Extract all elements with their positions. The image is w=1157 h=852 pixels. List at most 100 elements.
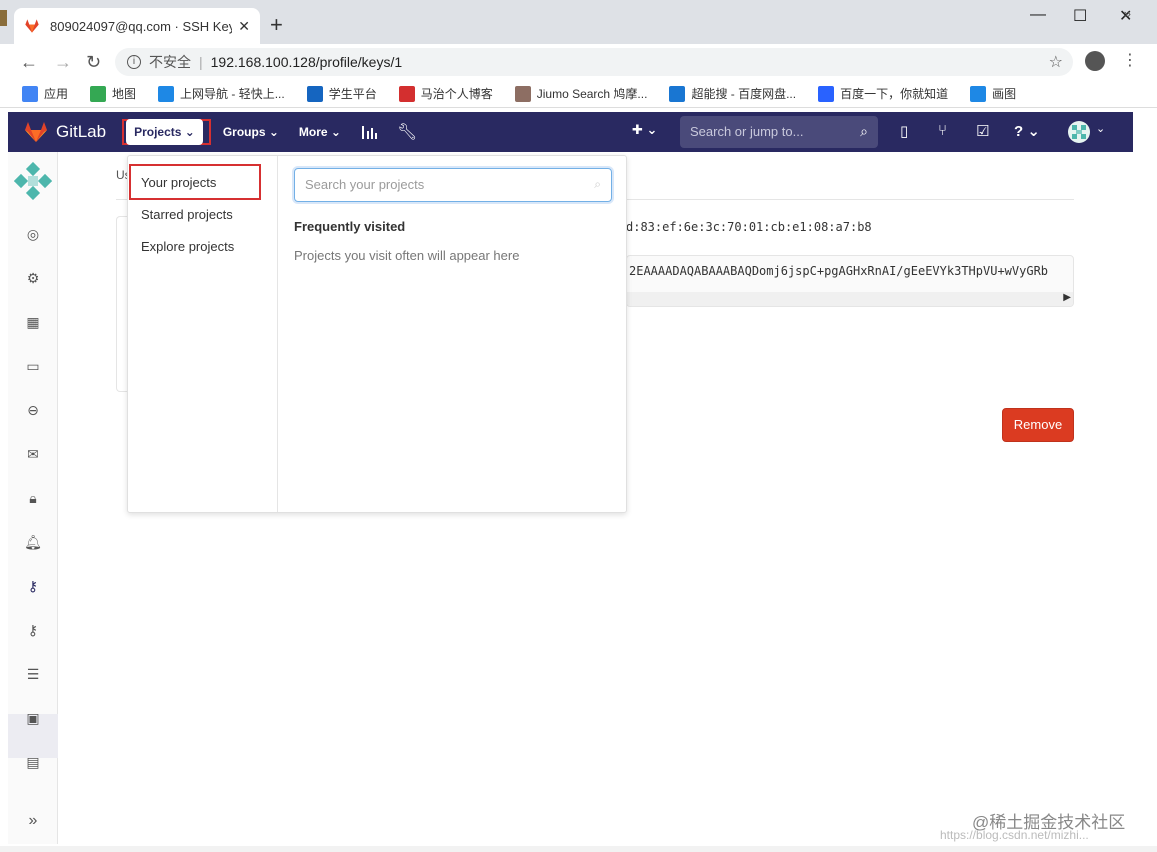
on-draw-icon — [970, 85, 987, 102]
minimize-icon[interactable]: — — [1030, 6, 1046, 24]
back-icon[interactable]: ← — [20, 52, 38, 73]
browser-tab[interactable]: 809024097@qq.com · SSH Key ✕ — [14, 8, 260, 44]
user-identicon-icon[interactable] — [14, 162, 52, 200]
bookmark-label: 上网导航 - 轻快上... — [180, 87, 285, 101]
global-search-input[interactable]: Search or jump to... ⌕ — [680, 116, 878, 148]
active-sessions-icon[interactable]: ▣ — [8, 710, 58, 727]
groups-nav-button[interactable]: Groups ⌄ — [215, 119, 287, 145]
bookmark-item[interactable]: 百度一下，你就知道 — [818, 85, 948, 102]
profile-icon[interactable]: ◎ — [8, 226, 58, 243]
nav-icon — [158, 85, 175, 102]
bookmark-label: 应用 — [44, 87, 69, 101]
maps-icon — [90, 85, 107, 102]
bookmark-item[interactable]: 上网导航 - 轻快上... — [158, 85, 285, 102]
bookmarks-more-icon[interactable]: » — [1124, 6, 1131, 21]
global-search-placeholder: Search or jump to... — [690, 124, 804, 139]
projects-highlight: Projects ⌄ — [122, 119, 211, 145]
your-projects-link[interactable]: Your projects — [141, 175, 216, 190]
frequently-visited-empty: Projects you visit often will appear her… — [294, 248, 520, 263]
left-window-edge — [0, 10, 7, 26]
gpg-keys-icon[interactable]: ⚷ — [8, 622, 58, 639]
public-key-box: 2EAAAADAQABAAABAQDomj6jspC+pgAGHxRnAI/gE… — [626, 255, 1074, 307]
search-q-icon — [669, 85, 686, 102]
browser-tabstrip: 809024097@qq.com · SSH Key ✕ + — ☐ ✕ — [0, 0, 1157, 44]
activity-chart-icon[interactable] — [361, 124, 379, 140]
forward-icon[interactable]: → — [54, 52, 72, 73]
issues-icon[interactable]: ▯ — [900, 122, 908, 140]
close-tab-icon[interactable]: ✕ — [238, 18, 250, 35]
projects-dropdown: Your projects Starred projects Explore p… — [127, 155, 627, 513]
apps-grid-icon — [22, 85, 38, 102]
address-bar[interactable]: i 不安全 | 192.168.100.128/profile/keys/1 ☆ — [115, 48, 1073, 76]
merge-requests-icon[interactable]: ⑂ — [938, 122, 947, 139]
tab-title: 809024097@qq.com · SSH Key — [50, 18, 233, 34]
insecure-label: 不安全 — [149, 54, 191, 70]
maximize-icon[interactable]: ☐ — [1073, 6, 1087, 26]
chat-icon[interactable]: ▭ — [8, 358, 58, 375]
project-search-input[interactable]: Search your projects ⌕ — [294, 168, 612, 202]
search-icon: ⌕ — [860, 123, 868, 139]
account-settings-icon[interactable]: ⚙ — [8, 270, 58, 287]
blog-c-icon — [398, 85, 415, 102]
gitlab-favicon-icon — [25, 19, 39, 33]
bookmark-label: 超能搜 - 百度网盘... — [691, 87, 797, 101]
todos-icon[interactable]: ☑ — [976, 122, 989, 140]
address-separator: | — [199, 54, 203, 70]
baidu-paw-icon — [818, 85, 835, 102]
bookmark-item[interactable]: 画图 — [970, 85, 1016, 102]
new-item-dropdown[interactable]: ✚ ⌄ — [632, 122, 657, 138]
preferences-sliders-icon[interactable]: ☰ — [8, 666, 58, 683]
applications-icon[interactable]: ▦ — [8, 314, 58, 331]
frequently-visited-heading: Frequently visited — [294, 219, 406, 234]
user-chevron-icon[interactable]: ⌄ — [1096, 122, 1105, 135]
admin-wrench-icon[interactable]: 🔧︎ — [397, 122, 417, 142]
access-tokens-icon[interactable]: ⊖ — [8, 402, 58, 419]
bookmark-item[interactable]: 地图 — [90, 85, 136, 102]
bookmark-item[interactable]: 超能搜 - 百度网盘... — [669, 85, 796, 102]
account-icon[interactable] — [1085, 51, 1105, 71]
help-dropdown[interactable]: ? ⌄ — [1014, 122, 1040, 140]
new-tab-button[interactable]: + — [270, 12, 283, 38]
info-icon[interactable]: i — [127, 55, 141, 69]
key-fingerprint: d:83:ef:6e:3c:70:01:cb:e1:08:a7:b8 — [626, 220, 872, 234]
bookmark-star-icon[interactable]: ☆ — [1049, 52, 1063, 72]
projects-dropdown-menu: Your projects Starred projects Explore p… — [128, 156, 278, 512]
projects-nav-button[interactable]: Projects ⌄ — [126, 119, 203, 145]
student-icon — [306, 85, 323, 102]
search-icon: ⌕ — [594, 177, 601, 191]
settings-sidebar: ◎ ⚙ ▦ ▭ ⊖ ✉ 🔒︎ 🔔︎ ⚷ ⚷ ☰ ▣ ▤ » — [8, 152, 58, 844]
password-lock-icon[interactable]: 🔒︎ — [8, 490, 58, 507]
bookmark-label: 马治个人博客 — [420, 87, 493, 101]
horizontal-scrollbar[interactable]: ▶ — [627, 292, 1073, 306]
emails-icon[interactable]: ✉ — [8, 446, 58, 463]
project-search-placeholder: Search your projects — [305, 177, 425, 192]
gitlab-logo-icon[interactable] — [24, 121, 48, 143]
bookmark-label: 学生平台 — [328, 87, 377, 101]
collapse-sidebar-icon[interactable]: » — [8, 812, 58, 830]
ssh-keys-icon[interactable]: ⚷ — [8, 578, 58, 595]
url-text[interactable]: 192.168.100.128/profile/keys/1 — [211, 54, 402, 70]
user-avatar[interactable] — [1068, 121, 1090, 143]
identicon-icon — [1072, 125, 1086, 139]
bookmark-item[interactable]: Jiumo Search 鸠摩... — [514, 85, 647, 102]
remove-key-button[interactable]: Remove — [1002, 408, 1074, 442]
explore-projects-link[interactable]: Explore projects — [141, 239, 234, 254]
gitlab-navbar: GitLab Projects ⌄ Groups ⌄ More ⌄ 🔧︎ ✚ ⌄… — [8, 112, 1133, 152]
bookmark-item[interactable]: 学生平台 — [306, 85, 377, 102]
gitlab-brand[interactable]: GitLab — [56, 122, 106, 142]
bookmark-item[interactable]: 应用 — [22, 85, 68, 102]
starred-projects-link[interactable]: Starred projects — [141, 207, 233, 222]
reload-icon[interactable]: ↻ — [86, 52, 101, 73]
menu-kebab-icon[interactable]: ⋮ — [1122, 50, 1138, 70]
jiumo-icon — [514, 85, 531, 102]
more-nav-button[interactable]: More ⌄ — [291, 119, 349, 145]
bookmark-item[interactable]: 马治个人博客 — [398, 85, 493, 102]
bookmark-label: 百度一下，你就知道 — [840, 87, 949, 101]
notifications-bell-icon[interactable]: 🔔︎ — [8, 534, 58, 551]
authentication-log-icon[interactable]: ▤ — [8, 754, 58, 771]
watermark-url: https://blog.csdn.net/mizhi... — [940, 828, 1089, 842]
scroll-right-icon[interactable]: ▶ — [1063, 292, 1071, 303]
bookmark-label: 地图 — [112, 87, 137, 101]
bookmarks-bar: 应用 地图 上网导航 - 轻快上... 学生平台 马治个人博客 Jiumo Search … — [0, 80, 1157, 108]
bottom-edge — [0, 846, 1157, 852]
